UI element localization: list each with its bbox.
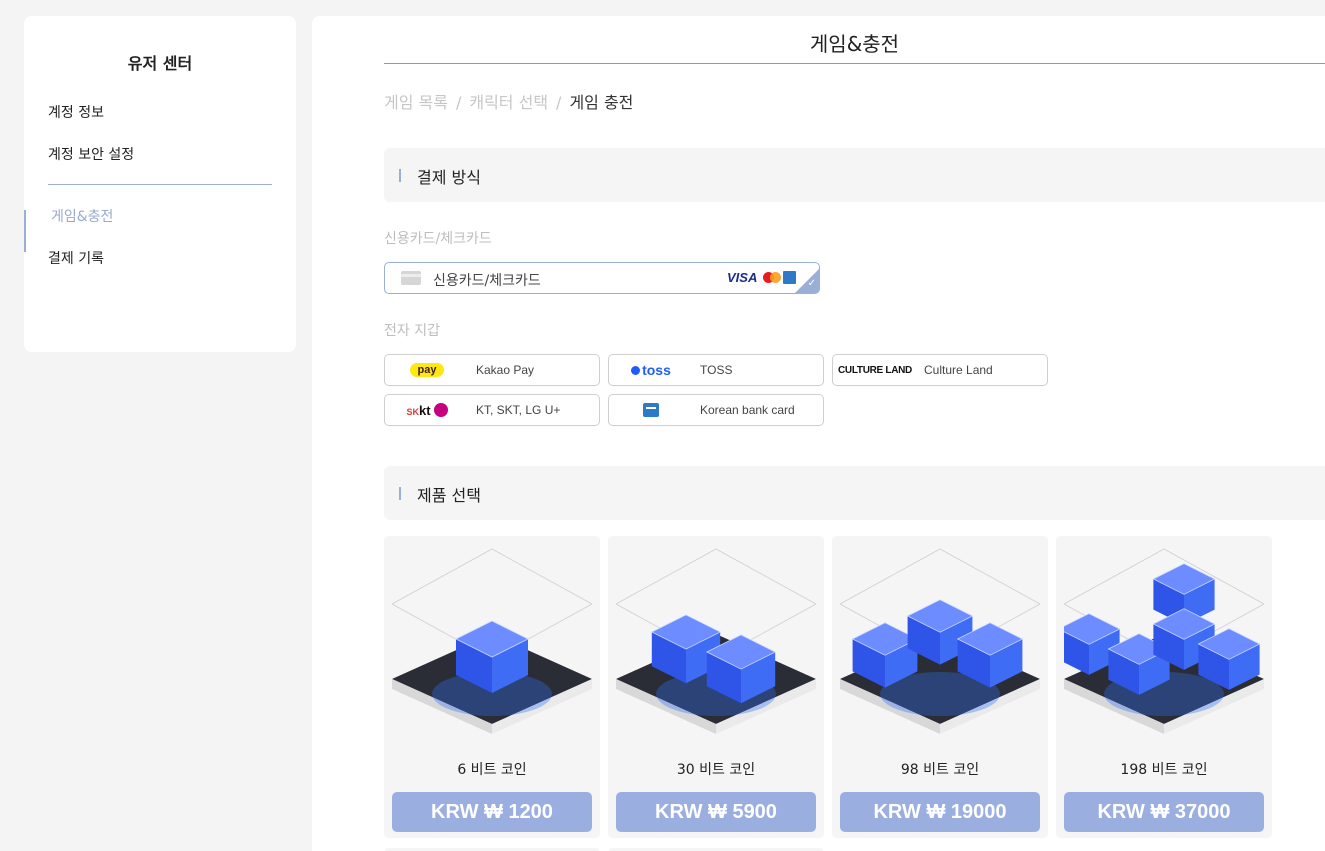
section-title: 제품 선택 [417, 486, 481, 505]
check-icon: ✓ [807, 278, 816, 289]
credit-card-icon [401, 271, 421, 285]
mastercard-icon [763, 272, 781, 284]
title-divider [384, 63, 1325, 64]
credit-card-option[interactable]: 신용카드/체크카드 VISA ✓ [384, 262, 820, 294]
wallet-option-label: Culture Land [924, 363, 993, 377]
sidebar-title: 유저 센터 [127, 54, 193, 73]
product-select-header: 제품 선택 [384, 466, 1325, 520]
product-name: 98 비트 코인 [900, 762, 980, 778]
product-card[interactable]: 198 비트 코인 KRW ₩ 37000 [1056, 536, 1272, 838]
section-title: 결제 방식 [417, 168, 481, 187]
card-group-label: 신용카드/체크카드 [384, 231, 492, 247]
kakaopay-logo: pay [409, 363, 445, 377]
breadcrumb-separator: / [455, 93, 462, 112]
wallet-group-label: 전자 지갑 [384, 323, 440, 339]
sidebar-divider [48, 184, 272, 185]
main-panel: 게임&충전 게임 목록 / 캐릭터 선택 / 게임 충전 결제 방식 신용카드/체크카드… [312, 16, 1325, 851]
toss-logo: toss [631, 362, 671, 378]
wallet-option-bank-card[interactable]: Korean bank card [608, 394, 824, 426]
price-button[interactable]: KRW ₩ 37000 [1064, 792, 1264, 832]
wallet-option-kakaopay[interactable]: pay Kakao Pay [384, 354, 600, 386]
wallet-option-telco[interactable]: SKkt KT, SKT, LG U+ [384, 394, 600, 426]
card-option-label: 신용카드/체크카드 [433, 273, 541, 289]
wallet-option-toss[interactable]: toss TOSS [608, 354, 824, 386]
coin-cube-image [840, 548, 1040, 734]
visa-logo: VISA [727, 270, 758, 285]
section-marker [399, 169, 401, 182]
product-card[interactable]: 30 비트 코인 KRW ₩ 5900 [608, 536, 824, 838]
section-marker [399, 487, 401, 500]
breadcrumb-separator: / [556, 93, 562, 112]
cultureland-logo: CULTURE LAND [838, 364, 912, 376]
breadcrumb: 게임 목록 / 캐릭터 선택 / 게임 충전 [384, 89, 633, 113]
product-card[interactable]: 98 비트 코인 KRW ₩ 19000 [832, 536, 1048, 838]
sidebar-item-account-security[interactable]: 계정 보안 설정 [48, 144, 134, 164]
product-name: 6 비트 코인 [457, 762, 527, 778]
user-center-sidebar: 유저 센터 계정 정보 계정 보안 설정 게임&충전 결제 기록 [24, 16, 296, 352]
product-name: 30 비트 코인 [676, 762, 756, 778]
product-name: 198 비트 코인 [1120, 762, 1208, 778]
sidebar-item-game-charge[interactable]: 게임&충전 [51, 206, 113, 226]
price-button[interactable]: KRW ₩ 5900 [616, 792, 816, 832]
wallet-option-label: Korean bank card [700, 403, 795, 417]
price-button[interactable]: KRW ₩ 1200 [392, 792, 592, 832]
breadcrumb-character-select[interactable]: 캐릭터 선택 [469, 93, 548, 112]
product-card[interactable]: 6 비트 코인 KRW ₩ 1200 [384, 536, 600, 838]
payment-method-header: 결제 방식 [384, 148, 1325, 202]
wallet-option-cultureland[interactable]: CULTURE LAND Culture Land [832, 354, 1048, 386]
sidebar-item-account-info[interactable]: 계정 정보 [48, 102, 104, 122]
wallet-option-label: KT, SKT, LG U+ [476, 403, 561, 417]
breadcrumb-game-list[interactable]: 게임 목록 [384, 93, 448, 112]
sidebar-item-payment-history[interactable]: 결제 기록 [48, 248, 104, 268]
coin-cube-image [392, 548, 592, 734]
price-button[interactable]: KRW ₩ 19000 [840, 792, 1040, 832]
breadcrumb-current: 게임 충전 [569, 93, 634, 112]
wallet-option-label: Kakao Pay [476, 363, 535, 377]
telco-logo: SKkt [406, 402, 448, 418]
coin-cube-image [616, 548, 816, 734]
wallet-option-label: TOSS [700, 363, 733, 377]
coin-cube-image [1064, 548, 1264, 734]
page-title: 게임&충전 [809, 32, 900, 56]
bank-card-logo [643, 403, 659, 417]
sidebar-active-indicator [24, 210, 26, 252]
